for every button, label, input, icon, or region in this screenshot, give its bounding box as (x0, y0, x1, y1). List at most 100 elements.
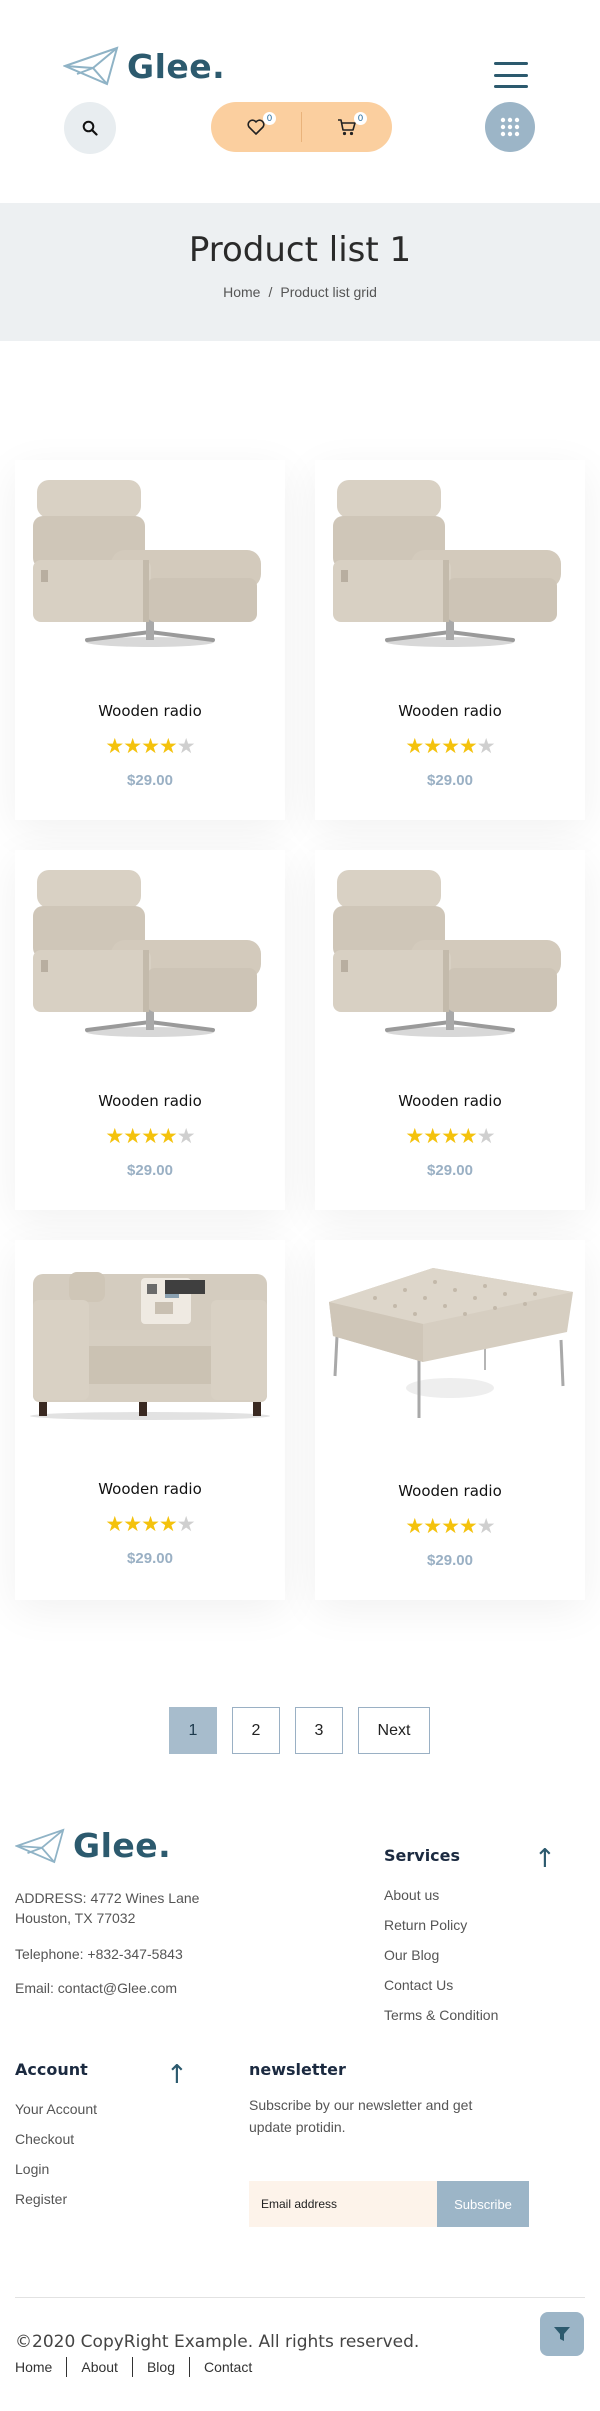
apps-grid-button[interactable] (485, 102, 535, 152)
hamburger-menu-icon[interactable] (494, 62, 528, 88)
product-price: $29.00 (427, 1552, 473, 1569)
ottoman-image (329, 1268, 573, 1418)
rating-stars: ★★★★★ (315, 736, 585, 757)
footer-address-line1: ADDRESS: 4772 Wines Lane (15, 1890, 200, 1906)
star-filled-icon: ★ (141, 1125, 160, 1148)
footer-telephone: Telephone: +832-347-5843 (15, 1946, 183, 1962)
page-1-button[interactable]: 1 (169, 1707, 217, 1754)
product-title[interactable]: Wooden radio (15, 702, 285, 720)
services-heading: Services (384, 1846, 461, 1865)
star-filled-icon: ★ (423, 735, 442, 758)
page-banner: Product list 1 Home / Product list grid (0, 203, 600, 341)
arrow-up-icon[interactable]: ↑ (166, 2062, 188, 2088)
breadcrumb: Home / Product list grid (0, 284, 600, 300)
bottom-link-about[interactable]: About (66, 2357, 132, 2377)
subscribe-button[interactable]: Subscribe (437, 2181, 529, 2227)
filter-button[interactable] (540, 2312, 584, 2356)
footer-link-login[interactable]: Login (15, 2161, 49, 2177)
product-title[interactable]: Wooden radio (15, 1092, 285, 1110)
footer-link-your-account[interactable]: Your Account (15, 2101, 97, 2117)
product-card[interactable]: Wooden radio ★★★★★ $29.00 (315, 460, 585, 820)
product-price: $29.00 (127, 772, 173, 789)
page-2-button[interactable]: 2 (232, 1707, 280, 1754)
star-filled-icon: ★ (405, 1515, 424, 1538)
paper-plane-logo-icon (15, 1828, 65, 1863)
product-card[interactable]: Wooden radio ★★★★★ $29.00 (315, 850, 585, 1210)
star-filled-icon: ★ (458, 1515, 478, 1538)
star-empty-icon: ★ (476, 1515, 496, 1538)
footer-email[interactable]: Email: contact@Glee.com (15, 1978, 177, 1998)
star-empty-icon: ★ (476, 735, 496, 758)
newsletter-text-line2: update protidin. (249, 2119, 346, 2135)
footer-logo[interactable]: Glee. (15, 1826, 171, 1865)
logo-text: Glee. (127, 46, 226, 86)
product-title[interactable]: Wooden radio (315, 1092, 585, 1110)
star-filled-icon: ★ (423, 1125, 442, 1148)
footer-link-checkout[interactable]: Checkout (15, 2131, 74, 2147)
footer-divider (15, 2297, 585, 2298)
paper-plane-logo-icon (63, 46, 119, 86)
newsletter-heading: newsletter (249, 2060, 346, 2079)
star-filled-icon: ★ (105, 1125, 124, 1148)
star-empty-icon: ★ (176, 1513, 196, 1536)
grid-dots-icon (500, 117, 520, 137)
heart-icon (247, 119, 265, 135)
product-title[interactable]: Wooden radio (15, 1480, 285, 1498)
next-page-button[interactable]: Next (358, 1707, 430, 1754)
footer-link-contact-us[interactable]: Contact Us (384, 1977, 453, 1993)
star-empty-icon: ★ (176, 735, 196, 758)
breadcrumb-current: Product list grid (280, 284, 377, 300)
site-logo[interactable]: Glee. (63, 46, 225, 86)
wishlist-button[interactable]: 0 (211, 102, 301, 152)
bottom-link-home[interactable]: Home (15, 2357, 66, 2377)
star-filled-icon: ★ (158, 1513, 178, 1536)
cart-button[interactable]: 0 (302, 102, 392, 152)
product-card[interactable]: Wooden radio ★★★★★ $29.00 (15, 850, 285, 1210)
footer-link-register[interactable]: Register (15, 2191, 67, 2207)
star-filled-icon: ★ (123, 1125, 142, 1148)
star-filled-icon: ★ (441, 735, 460, 758)
footer-link-about-us[interactable]: About us (384, 1887, 439, 1903)
footer-link-terms[interactable]: Terms & Condition (384, 2007, 498, 2023)
cart-count-badge: 0 (354, 112, 367, 125)
copyright-text: ©2020 CopyRight Example. All rights rese… (15, 2332, 420, 2352)
menu-bar (494, 73, 528, 77)
breadcrumb-separator: / (268, 284, 273, 300)
star-filled-icon: ★ (105, 735, 124, 758)
rating-stars: ★★★★★ (15, 1514, 285, 1535)
footer-address-line2: Houston, TX 77032 (15, 1910, 136, 1926)
star-filled-icon: ★ (423, 1515, 442, 1538)
product-price: $29.00 (427, 772, 473, 789)
footer-link-our-blog[interactable]: Our Blog (384, 1947, 439, 1963)
arrow-up-icon[interactable]: ↑ (534, 1846, 556, 1872)
menu-bar (494, 62, 528, 65)
product-price: $29.00 (427, 1162, 473, 1179)
rating-stars: ★★★★★ (15, 1126, 285, 1147)
product-card[interactable]: Wooden radio ★★★★★ $29.00 (15, 460, 285, 820)
page-3-button[interactable]: 3 (295, 1707, 343, 1754)
product-title[interactable]: Wooden radio (315, 1482, 585, 1500)
bottom-link-blog[interactable]: Blog (131, 2357, 189, 2377)
product-card[interactable]: Wooden radio ★★★★★ $29.00 (15, 1240, 285, 1600)
bottom-link-contact[interactable]: Contact (188, 2357, 266, 2377)
product-card[interactable]: Wooden radio ★★★★★ $29.00 (315, 1240, 585, 1600)
armchair-image (33, 870, 261, 1037)
footer-bottom-nav: Home About Blog Contact (15, 2357, 266, 2377)
newsletter-email-input[interactable]: Email address (249, 2181, 439, 2227)
star-filled-icon: ★ (105, 1513, 124, 1536)
search-button[interactable] (64, 102, 116, 154)
star-empty-icon: ★ (476, 1125, 496, 1148)
product-title[interactable]: Wooden radio (315, 702, 585, 720)
footer-link-return-policy[interactable]: Return Policy (384, 1917, 467, 1933)
search-icon (82, 120, 98, 136)
star-filled-icon: ★ (141, 1513, 160, 1536)
star-filled-icon: ★ (405, 1125, 424, 1148)
newsletter-text-line1: Subscribe by our newsletter and get (249, 2097, 473, 2113)
star-filled-icon: ★ (441, 1125, 460, 1148)
breadcrumb-home-link[interactable]: Home (223, 284, 260, 300)
menu-bar (494, 85, 528, 88)
armchair-image (33, 480, 261, 647)
star-filled-icon: ★ (158, 1125, 178, 1148)
account-heading: Account (15, 2060, 88, 2079)
wishlist-count-badge: 0 (263, 112, 276, 125)
